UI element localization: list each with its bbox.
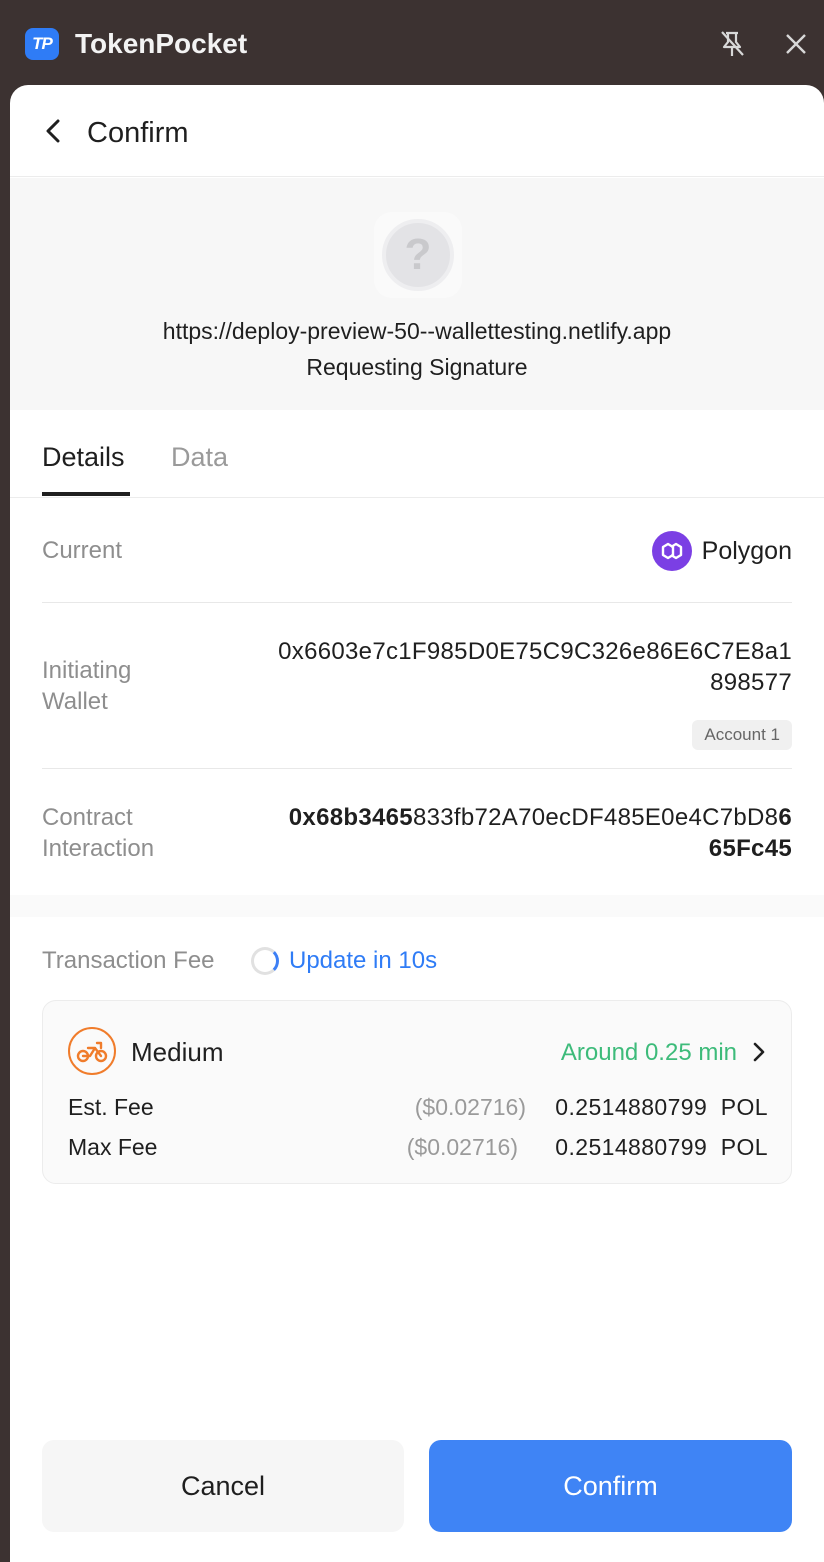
app-title: TokenPocket — [75, 28, 248, 59]
fee-update-countdown: Update in 10s — [289, 947, 438, 974]
active-tab-indicator — [42, 492, 130, 496]
polygon-icon — [651, 531, 692, 571]
max-fee-label: Max Fee — [68, 1134, 158, 1160]
window-titlebar: TP TokenPocket — [0, 0, 824, 86]
tab-data[interactable]: Data — [171, 442, 228, 473]
network-name: Polygon — [701, 536, 792, 565]
current-label: Current — [42, 537, 123, 564]
bike-icon — [68, 1027, 116, 1075]
est-fee-usd: ($0.02716) — [414, 1094, 526, 1120]
refresh-spinner-icon — [251, 947, 279, 975]
dapp-url: https://deploy-preview-50--wallettesting… — [162, 318, 672, 344]
max-fee-amount: 0.2514880799 POL — [555, 1134, 768, 1160]
page-header: Confirm — [10, 85, 824, 177]
est-fee-amount: 0.2514880799 POL — [555, 1094, 768, 1120]
chevron-right-icon[interactable] — [751, 1041, 767, 1063]
initiating-wallet-row: Initiating Wallet 0x6603e7c1F985D0E75C9C… — [42, 636, 792, 750]
transaction-fee-label: Transaction Fee — [42, 947, 215, 974]
fee-speed-label: Medium — [131, 1037, 224, 1067]
tab-bar: Details Data — [10, 410, 824, 498]
close-icon[interactable] — [782, 30, 810, 58]
confirm-panel: Confirm ? https://deploy-preview-50--wal… — [10, 85, 824, 1562]
divider — [42, 768, 792, 769]
current-network-row: Current Polygon — [42, 531, 792, 575]
initiating-wallet-label: Initiating Wallet — [42, 657, 132, 715]
fee-eta: Around 0.25 min — [560, 1039, 737, 1066]
tab-details[interactable]: Details — [42, 442, 125, 473]
wallet-address: 0x6603e7c1F985D0E75C9C326e86E6C7E8a1 898… — [278, 638, 792, 696]
contract-interaction-row: Contract Interaction 0x68b3465833fb72A70… — [42, 802, 792, 872]
confirm-button[interactable]: Confirm — [429, 1440, 792, 1532]
contract-address[interactable]: 0x68b3465833fb72A70ecDF485E0e4C7bD86 65F… — [202, 802, 792, 864]
section-separator — [10, 895, 824, 917]
page-title: Confirm — [87, 117, 189, 149]
unpin-icon[interactable] — [716, 28, 748, 60]
max-fee-usd: ($0.02716) — [406, 1134, 518, 1160]
question-mark-icon: ? — [382, 219, 454, 291]
dapp-unknown-icon: ? — [374, 212, 462, 298]
contract-interaction-label: Contract Interaction — [42, 804, 155, 862]
fee-option-card[interactable]: Medium Around 0.25 min Est. Fee ($0.0271… — [42, 1000, 792, 1184]
back-icon[interactable] — [40, 115, 68, 147]
tokenpocket-logo-icon: TP — [25, 28, 59, 60]
dapp-info: ? https://deploy-preview-50--wallettesti… — [10, 178, 824, 410]
network-display: Polygon — [651, 531, 792, 571]
cancel-button[interactable]: Cancel — [42, 1440, 404, 1532]
request-type: Requesting Signature — [306, 354, 528, 380]
divider — [42, 602, 792, 603]
account-badge: Account 1 — [692, 720, 792, 750]
est-fee-label: Est. Fee — [68, 1094, 154, 1120]
